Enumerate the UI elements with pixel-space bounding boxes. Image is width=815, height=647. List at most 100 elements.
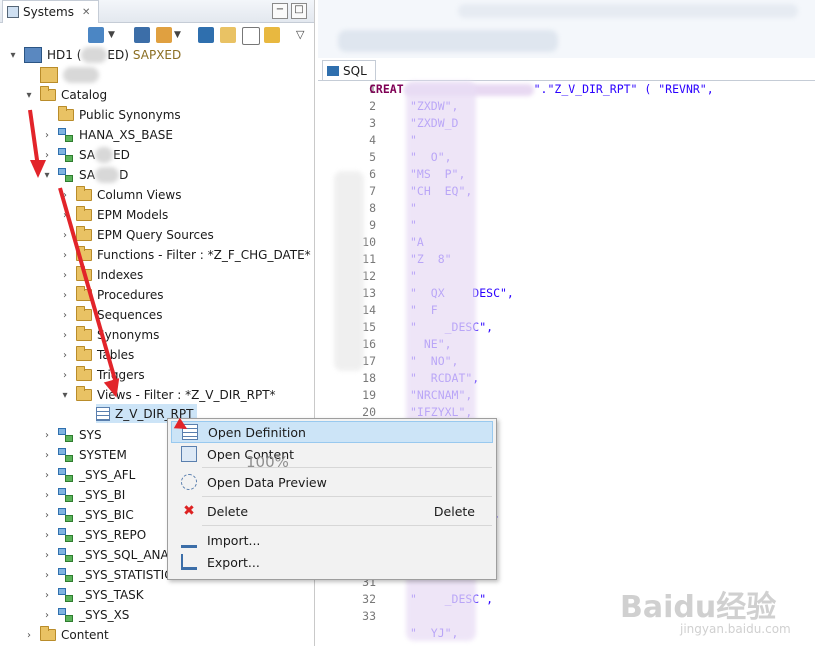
tree-security-node[interactable] [40, 65, 99, 85]
system-name-suffix: ED) [107, 48, 129, 62]
tree-item-label: _SYS_BI [79, 488, 126, 502]
tree-item-public-synonyms[interactable]: Public Synonyms [58, 105, 181, 125]
tree-item-schema-1[interactable]: › SA ED [42, 145, 130, 165]
close-tab-icon[interactable]: ✕ [82, 7, 90, 18]
view-menu-icon[interactable]: ▽ [296, 28, 304, 41]
tree-folder-tables[interactable]: › Tables [60, 345, 134, 365]
chevron-right-icon[interactable]: › [60, 230, 70, 241]
line-number: 19 [362, 388, 376, 402]
folder-icon [40, 86, 56, 101]
systems-tab-icon [7, 6, 19, 18]
tree-item-label: Content [61, 628, 109, 642]
menu-item-open-definition[interactable]: Open Definition [171, 421, 493, 443]
schema-icon [58, 428, 74, 442]
tree-schema-sys-xs[interactable]: › _SYS_XS [42, 605, 129, 625]
chevron-right-icon[interactable]: › [42, 530, 52, 541]
schema-icon [58, 608, 74, 622]
open-folder-icon[interactable] [220, 27, 236, 43]
tree-schema-sys[interactable]: › SYS [42, 425, 102, 445]
tree-folder-synonyms[interactable]: › Synonyms [60, 325, 159, 345]
tree-item-label: _SYS_BIC [79, 508, 134, 522]
tree-folder-epm-models[interactable]: ›EPM Models [60, 205, 168, 225]
tree-item-label: Triggers [97, 368, 145, 382]
tree-item-label: Functions - Filter : *Z_F_CHG_DATE* [97, 248, 311, 262]
tree-schema-sys-statistics[interactable]: › _SYS_STATISTICS [42, 565, 180, 585]
tree-catalog-node[interactable]: ▾ Catalog [24, 85, 107, 105]
menu-item-delete[interactable]: ✖ Delete Delete [171, 500, 493, 522]
tree-content-node[interactable]: › Content [24, 625, 109, 645]
menu-item-export[interactable]: Export... [171, 551, 493, 573]
folder-icon [76, 366, 92, 381]
maximize-icon[interactable]: □ [291, 3, 307, 19]
menu-item-label: Open Data Preview [207, 474, 327, 490]
chevron-right-icon[interactable]: › [42, 590, 52, 601]
chevron-right-icon[interactable]: › [42, 610, 52, 621]
tree-schema-system[interactable]: › SYSTEM [42, 445, 127, 465]
minimize-icon[interactable]: − [272, 3, 288, 19]
sql-console-icon[interactable] [198, 27, 214, 43]
console-icon[interactable] [134, 27, 150, 43]
menu-item-open-data-preview[interactable]: Open Data Preview [171, 471, 493, 493]
chevron-right-icon[interactable]: › [42, 570, 52, 581]
system-icon [24, 47, 42, 63]
collapse-all-icon[interactable] [242, 27, 260, 45]
chevron-right-icon[interactable]: › [60, 330, 70, 341]
tree-folder-sequences[interactable]: › Sequences [60, 305, 162, 325]
filter-dropdown-icon[interactable]: ▼ [174, 30, 181, 40]
tree-folder-views[interactable]: ▾ Views - Filter : *Z_V_DIR_RPT* [60, 385, 276, 405]
tree-schema-sys-sql-anal[interactable]: › _SYS_SQL_ANAL [42, 545, 175, 565]
link-editor-icon[interactable] [264, 27, 280, 43]
tree-item-schema-2[interactable]: ▾ SA D [42, 165, 128, 185]
chevron-right-icon[interactable]: › [60, 310, 70, 321]
tree-folder-procedures[interactable]: › Procedures [60, 285, 164, 305]
chevron-right-icon[interactable]: › [42, 430, 52, 441]
menu-item-label: Delete [207, 503, 249, 519]
tree-item-label: _SYS_XS [79, 608, 130, 622]
chevron-right-icon[interactable]: › [42, 490, 52, 501]
systems-tab[interactable]: Systems ✕ [2, 0, 100, 23]
tree-folder-column-views[interactable]: › Column Views [60, 185, 182, 205]
tree-folder-epm-query-sources[interactable]: › EPM Query Sources [60, 225, 214, 245]
folder-icon [76, 206, 92, 221]
folder-icon [40, 626, 56, 641]
menu-item-import[interactable]: Import... [171, 529, 493, 551]
chevron-right-icon[interactable]: › [42, 150, 52, 161]
menu-item-open-content[interactable]: Open Content [171, 443, 493, 465]
sql-tab[interactable]: SQL [322, 60, 376, 81]
add-system-icon[interactable] [88, 27, 104, 43]
filter-icon[interactable] [156, 27, 172, 43]
chevron-right-icon[interactable]: › [42, 470, 52, 481]
dropdown-icon[interactable]: ▼ [108, 30, 115, 40]
chevron-right-icon[interactable]: › [60, 270, 70, 281]
folder-icon [76, 326, 92, 341]
chevron-right-icon[interactable]: › [60, 290, 70, 301]
chevron-right-icon[interactable]: › [42, 550, 52, 561]
chevron-right-icon[interactable]: › [60, 350, 70, 361]
chevron-right-icon[interactable]: › [60, 250, 70, 261]
schema-icon [58, 168, 74, 182]
tree-item-label: EPM Query Sources [97, 228, 214, 242]
tree-schema-sys-bic[interactable]: › _SYS_BIC [42, 505, 134, 525]
schema-icon [58, 588, 74, 602]
chevron-right-icon[interactable]: › [42, 510, 52, 521]
tree-folder-functions[interactable]: › Functions - Filter : *Z_F_CHG_DATE* [60, 245, 311, 265]
systems-tabbar: Systems ✕ − □ [0, 0, 314, 23]
folder-icon [76, 386, 92, 401]
chevron-right-icon[interactable]: › [60, 370, 70, 381]
data-preview-icon [181, 474, 197, 490]
chevron-right-icon[interactable]: › [24, 630, 34, 641]
tree-folder-indexes[interactable]: › Indexes [60, 265, 143, 285]
chevron-down-icon[interactable]: ▾ [60, 390, 70, 401]
chevron-down-icon[interactable]: ▾ [24, 90, 34, 101]
tree-schema-sys-task[interactable]: › _SYS_TASK [42, 585, 144, 605]
line-number: 18 [362, 371, 376, 385]
tree-system-node[interactable]: ▾ HD1 ( ED) SAPXED [8, 45, 181, 65]
tree-folder-triggers[interactable]: › Triggers [60, 365, 145, 385]
chevron-right-icon[interactable]: › [42, 450, 52, 461]
tree-schema-sys-bi[interactable]: › _SYS_BI [42, 485, 125, 505]
tree-schema-sys-afl[interactable]: › _SYS_AFL [42, 465, 135, 485]
chevron-down-icon[interactable]: ▾ [8, 50, 18, 61]
tree-item-hana-xs-base[interactable]: › HANA_XS_BASE [42, 125, 173, 145]
tree-schema-sys-repo[interactable]: › _SYS_REPO [42, 525, 146, 545]
chevron-right-icon[interactable]: › [42, 130, 52, 141]
